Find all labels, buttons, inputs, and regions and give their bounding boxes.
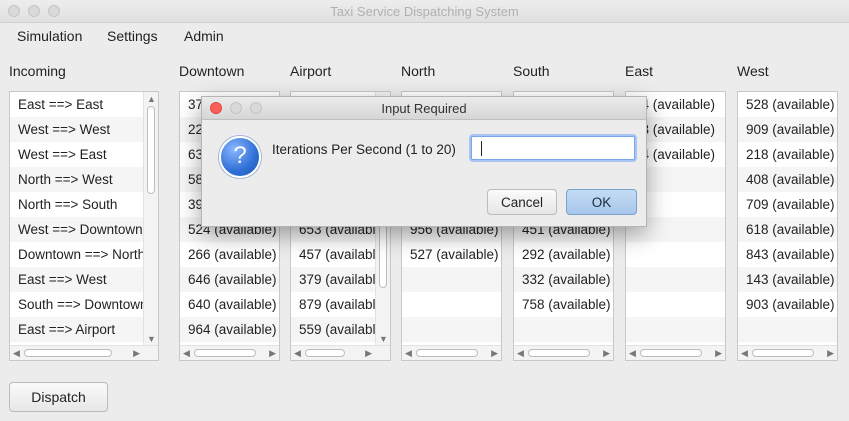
- column-label-west: West: [737, 63, 769, 79]
- scroll-left-arrow-icon[interactable]: ◀: [629, 346, 636, 360]
- list-item[interactable]: [626, 267, 725, 292]
- list-item[interactable]: [626, 292, 725, 317]
- list-item[interactable]: [626, 317, 725, 342]
- list-item[interactable]: 618 (available): [738, 217, 837, 242]
- horizontal-scrollbar[interactable]: ◀ ▶: [10, 345, 158, 360]
- list-item[interactable]: 843 (available): [738, 242, 837, 267]
- scroll-thumb[interactable]: [194, 349, 256, 357]
- scroll-down-arrow-icon[interactable]: ▼: [147, 332, 156, 346]
- scroll-thumb[interactable]: [752, 349, 814, 357]
- column-label-south: South: [513, 63, 550, 79]
- list-item[interactable]: 408 (available): [738, 167, 837, 192]
- dispatch-button[interactable]: Dispatch: [9, 382, 108, 412]
- list-item[interactable]: 879 (available): [291, 292, 376, 317]
- scroll-thumb[interactable]: [416, 349, 478, 357]
- list-item[interactable]: 903 (available): [738, 292, 837, 317]
- horizontal-scrollbar[interactable]: ◀ ▶: [514, 345, 613, 360]
- scroll-right-arrow-icon[interactable]: ▶: [133, 346, 140, 360]
- list-item[interactable]: East ==> Airport: [10, 317, 144, 342]
- window-titlebar: Taxi Service Dispatching System: [0, 0, 849, 23]
- list-item[interactable]: 527 (available): [402, 242, 501, 267]
- window-title: Taxi Service Dispatching System: [330, 4, 519, 19]
- scroll-thumb[interactable]: [305, 349, 345, 357]
- list-item[interactable]: North ==> West: [10, 167, 144, 192]
- column-label-north: North: [401, 63, 436, 79]
- dialog-titlebar: Input Required: [202, 97, 646, 120]
- scroll-thumb[interactable]: [528, 349, 590, 357]
- dialog-title: Input Required: [381, 101, 467, 116]
- list-item[interactable]: West ==> Downtown: [10, 217, 144, 242]
- list-item[interactable]: 292 (available): [514, 242, 613, 267]
- scroll-thumb[interactable]: [24, 349, 112, 357]
- list-item[interactable]: 528 (available): [738, 92, 837, 117]
- list-item[interactable]: 640 (available): [180, 292, 279, 317]
- list-item[interactable]: East ==> West: [10, 267, 144, 292]
- list-item[interactable]: 143 (available): [738, 267, 837, 292]
- scroll-down-arrow-icon[interactable]: ▼: [379, 332, 388, 346]
- scroll-right-arrow-icon[interactable]: ▶: [269, 346, 276, 360]
- question-icon: ?: [219, 136, 261, 178]
- scroll-right-arrow-icon[interactable]: ▶: [603, 346, 610, 360]
- horizontal-scrollbar[interactable]: ◀ ▶: [291, 345, 390, 360]
- menubar: Simulation Settings Admin: [0, 23, 849, 49]
- horizontal-scrollbar[interactable]: ◀ ▶: [738, 345, 837, 360]
- column-label-downtown: Downtown: [179, 63, 245, 79]
- list-item[interactable]: [402, 292, 501, 317]
- horizontal-scrollbar[interactable]: ◀ ▶: [626, 345, 725, 360]
- text-caret: [481, 141, 482, 156]
- scroll-up-arrow-icon[interactable]: ▲: [147, 92, 156, 106]
- scroll-thumb[interactable]: [640, 349, 702, 357]
- scroll-left-arrow-icon[interactable]: ◀: [517, 346, 524, 360]
- list-item[interactable]: 457 (available): [291, 242, 376, 267]
- menu-admin[interactable]: Admin: [184, 28, 224, 44]
- scroll-right-arrow-icon[interactable]: ▶: [715, 346, 722, 360]
- list-item[interactable]: Downtown ==> North: [10, 242, 144, 267]
- vertical-scrollbar[interactable]: ▲ ▼: [143, 92, 158, 346]
- column-label-incoming: Incoming: [9, 63, 66, 79]
- list-incoming[interactable]: East ==> East West ==> West West ==> Eas…: [9, 91, 159, 361]
- horizontal-scrollbar[interactable]: ◀ ▶: [180, 345, 279, 360]
- list-item[interactable]: 646 (available): [180, 267, 279, 292]
- list-item[interactable]: 218 (available): [738, 142, 837, 167]
- list-item[interactable]: 332 (available): [514, 267, 613, 292]
- cancel-button[interactable]: Cancel: [487, 189, 557, 215]
- scroll-thumb[interactable]: [147, 106, 155, 194]
- list-item[interactable]: 964 (available): [180, 317, 279, 342]
- list-item[interactable]: South ==> Downtown: [10, 292, 144, 317]
- scroll-right-arrow-icon[interactable]: ▶: [827, 346, 834, 360]
- list-item[interactable]: 559 (available): [291, 317, 376, 342]
- column-label-airport: Airport: [290, 63, 332, 79]
- list-item[interactable]: West ==> East: [10, 142, 144, 167]
- list-west[interactable]: 528 (available) 909 (available) 218 (ava…: [737, 91, 838, 361]
- list-item[interactable]: East ==> East: [10, 92, 144, 117]
- list-item[interactable]: [514, 317, 613, 342]
- list-item[interactable]: 266 (available): [180, 242, 279, 267]
- list-item[interactable]: North ==> South: [10, 192, 144, 217]
- scroll-left-arrow-icon[interactable]: ◀: [13, 346, 20, 360]
- list-item[interactable]: West ==> West: [10, 117, 144, 142]
- list-item[interactable]: [402, 317, 501, 342]
- ok-button[interactable]: OK: [566, 189, 637, 215]
- scroll-right-arrow-icon[interactable]: ▶: [491, 346, 498, 360]
- column-label-east: East: [625, 63, 654, 79]
- list-item[interactable]: 758 (available): [514, 292, 613, 317]
- scroll-right-arrow-icon[interactable]: ▶: [365, 346, 372, 360]
- scroll-left-arrow-icon[interactable]: ◀: [405, 346, 412, 360]
- horizontal-scrollbar[interactable]: ◀ ▶: [402, 345, 501, 360]
- scroll-left-arrow-icon[interactable]: ◀: [294, 346, 301, 360]
- scroll-left-arrow-icon[interactable]: ◀: [183, 346, 190, 360]
- list-item[interactable]: [738, 317, 837, 342]
- iterations-input[interactable]: [471, 136, 635, 160]
- list-item[interactable]: [626, 242, 725, 267]
- scroll-left-arrow-icon[interactable]: ◀: [741, 346, 748, 360]
- list-item[interactable]: [402, 267, 501, 292]
- list-item[interactable]: 709 (available): [738, 192, 837, 217]
- input-required-dialog: Input Required ? Iterations Per Second (…: [201, 96, 647, 227]
- list-item[interactable]: 909 (available): [738, 117, 837, 142]
- dialog-prompt: Iterations Per Second (1 to 20): [272, 142, 456, 157]
- list-item[interactable]: 379 (available): [291, 267, 376, 292]
- menu-simulation[interactable]: Simulation: [17, 28, 82, 44]
- menu-settings[interactable]: Settings: [107, 28, 158, 44]
